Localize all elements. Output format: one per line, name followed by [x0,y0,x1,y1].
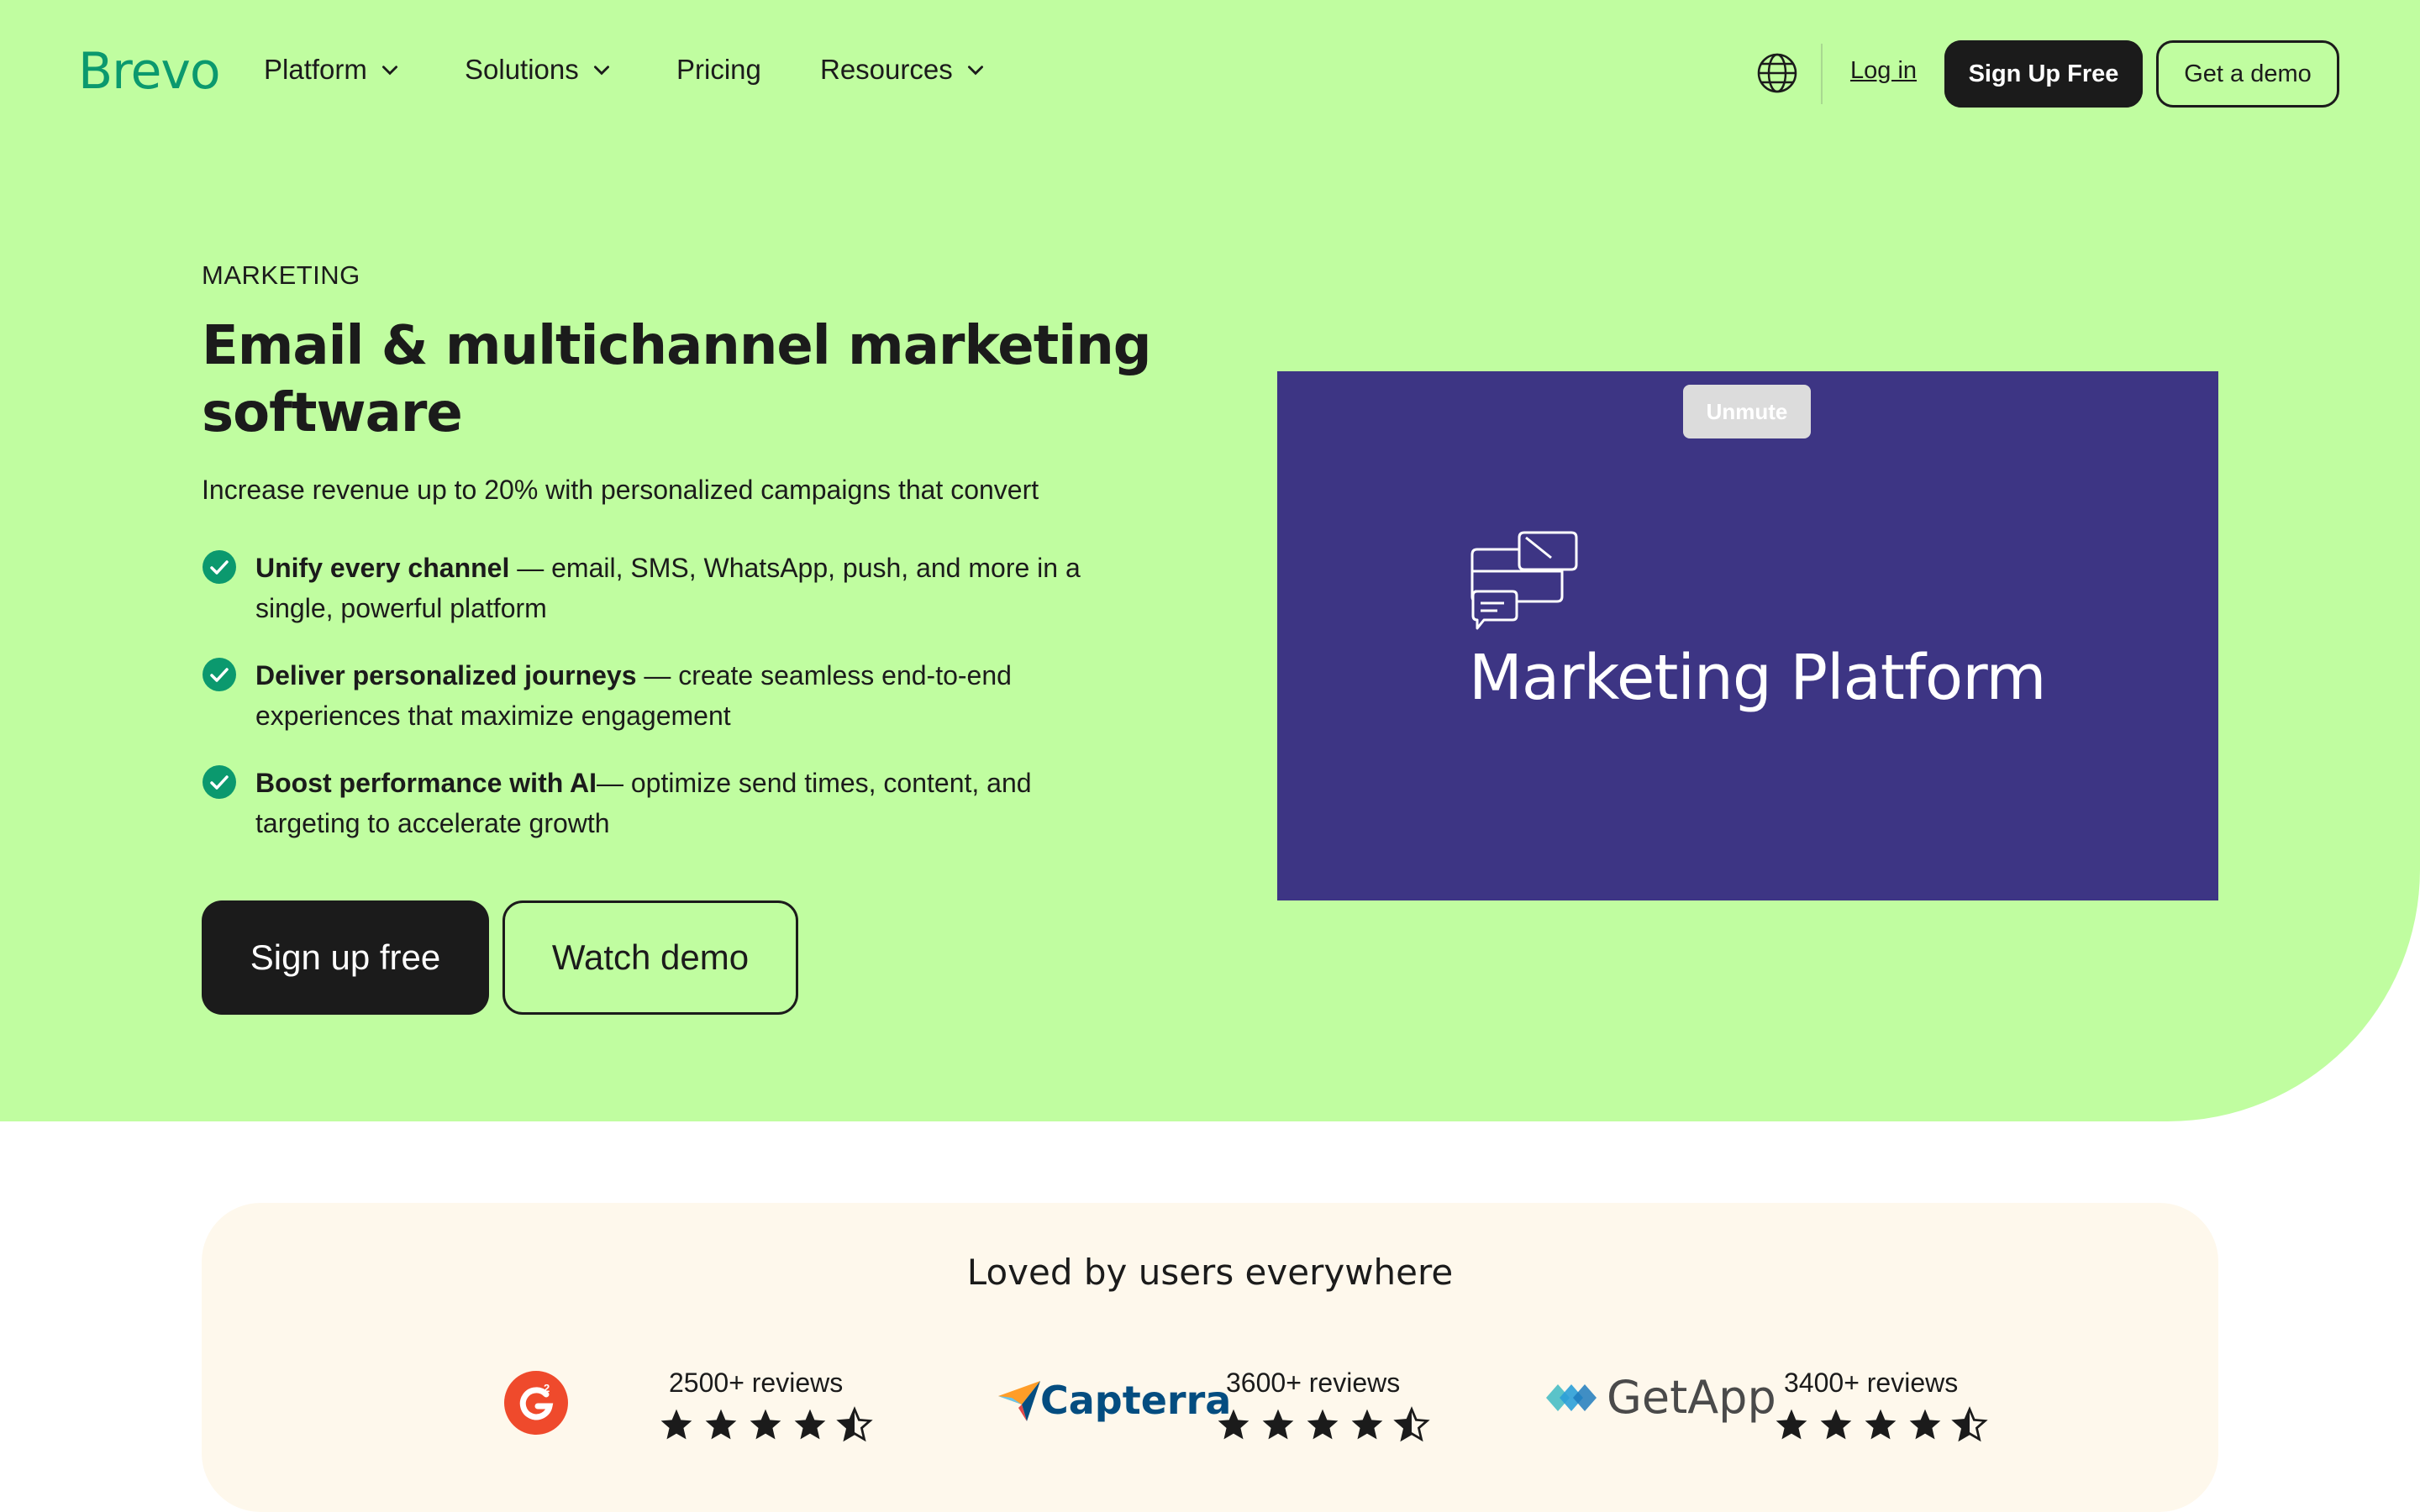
svg-text:2: 2 [544,1382,550,1394]
feature-bullet-text: Boost performance with AI— optimize send… [255,763,1143,843]
check-circle-icon [203,765,236,799]
check-circle-icon [203,658,236,691]
reviews-title: Loved by users everywhere [966,1252,1454,1293]
brevo-logo[interactable]: Brevo [78,42,221,101]
nav-pricing-label: Pricing [676,54,761,85]
reviews-section: Loved by users everywhere 2 2500+ review… [202,1203,2218,1512]
star-icon [1909,1409,1941,1440]
getapp-review-count: 3400+ reviews [1784,1368,1959,1398]
chat-bubbles-icon [1470,531,1578,630]
chevron-down-icon [593,66,609,76]
star-half-icon [1951,1406,1988,1442]
g2-logo-icon: 2 [504,1371,568,1435]
video-title: Marketing Platform [1469,642,2046,714]
nav-solutions-label: Solutions [465,54,579,85]
check-circle-icon [203,550,236,584]
feature-bullet-text: Unify every channel — email, SMS, WhatsA… [255,548,1143,628]
feature-bullet-bold: Unify every channel [255,553,510,583]
g2-star-rating [658,1406,873,1443]
star-icon [1218,1409,1249,1440]
star-icon [1776,1409,1807,1440]
star-icon [1262,1409,1294,1440]
feature-bullet-bold: Boost performance with AI [255,768,597,798]
nav-solutions[interactable]: Solutions [465,54,613,86]
star-icon [705,1409,737,1440]
nav-platform-label: Platform [264,54,367,85]
getapp-star-rating [1773,1406,1988,1443]
capterra-logo-icon [998,1381,1040,1421]
globe-icon[interactable] [1756,52,1798,94]
star-icon [750,1409,781,1440]
signup-free-button[interactable]: Sign up free [202,900,489,1015]
login-link[interactable]: Log in [1850,57,1917,85]
header-divider [1821,44,1823,104]
star-half-icon [836,1406,873,1442]
hero-eyebrow: MARKETING [202,260,360,290]
chevron-down-icon [967,66,983,76]
nav-resources-label: Resources [820,54,953,85]
feature-bullet: Deliver personalized journeys — create s… [202,655,1143,736]
unmute-button[interactable]: Unmute [1683,385,1811,438]
capterra-review-count: 3600+ reviews [1226,1368,1401,1398]
nav-resources[interactable]: Resources [820,54,986,86]
star-half-icon [1393,1406,1430,1442]
feature-bullet: Boost performance with AI— optimize send… [202,763,1143,843]
nav-pricing[interactable]: Pricing [676,54,761,86]
chevron-down-icon [381,66,397,76]
star-icon [1865,1409,1897,1440]
star-icon [1351,1409,1383,1440]
page-title: Email & multichannel marketing software [202,315,1152,444]
video-player[interactable]: Unmute Marketing Platform [1277,371,2218,900]
feature-bullet-text: Deliver personalized journeys — create s… [255,655,1143,736]
star-icon [1307,1409,1339,1440]
hero-subtitle: Increase revenue up to 20% with personal… [202,475,1039,505]
g2-review-count: 2500+ reviews [669,1368,844,1398]
star-icon [794,1409,826,1440]
star-icon [1820,1409,1852,1440]
getapp-logo-text: GetApp [1607,1371,1776,1424]
watch-demo-button[interactable]: Watch demo [502,900,798,1015]
feature-bullet: Unify every channel — email, SMS, WhatsA… [202,548,1143,628]
star-icon [660,1409,692,1440]
nav-platform[interactable]: Platform [264,54,401,86]
capterra-star-rating [1215,1406,1430,1443]
feature-bullet-bold: Deliver personalized journeys [255,660,637,690]
signup-button[interactable]: Sign Up Free [1944,40,2143,108]
get-demo-button[interactable]: Get a demo [2156,40,2339,108]
capterra-logo-text: Capterra [1040,1378,1232,1423]
getapp-logo-icon [1546,1384,1597,1411]
